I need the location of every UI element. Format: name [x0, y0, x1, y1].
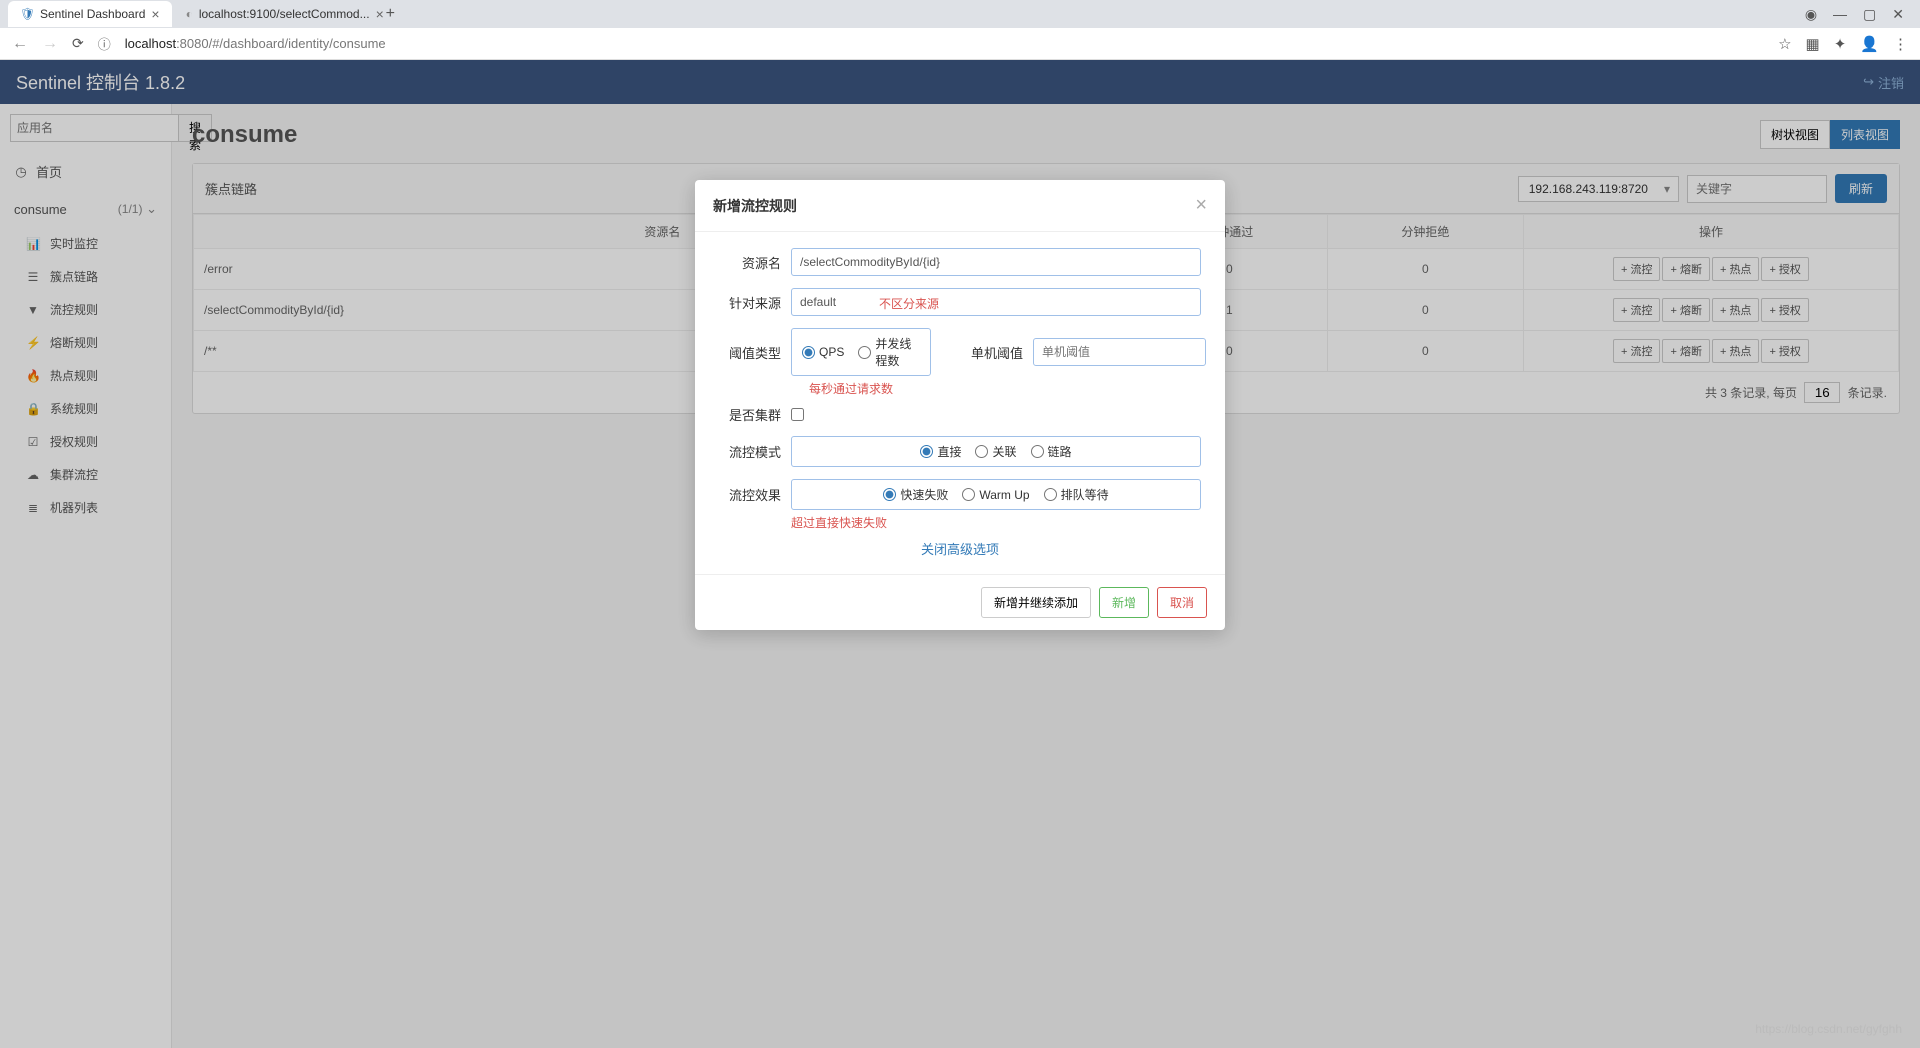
effect-label: 流控效果 [719, 485, 781, 504]
new-tab-button[interactable]: + [376, 5, 405, 23]
url-bar: ← → ⟳ ⓘ localhost:8080/#/dashboard/ident… [0, 28, 1920, 60]
star-icon[interactable]: ☆ [1778, 35, 1791, 53]
tab-favicon: ◐ [186, 7, 193, 21]
maximize-icon[interactable]: ▢ [1863, 6, 1876, 23]
source-input[interactable] [791, 288, 1201, 316]
minimize-icon[interactable]: — [1833, 6, 1847, 23]
radio-concurrent[interactable]: 并发线程数 [858, 335, 920, 369]
url-host: localhost [125, 36, 176, 51]
tab-favicon: 🛡 [20, 7, 34, 21]
source-label: 针对来源 [719, 293, 781, 312]
mode-label: 流控模式 [719, 442, 781, 461]
menu-icon[interactable]: ⋮ [1893, 35, 1908, 53]
profile-icon[interactable]: 👤 [1860, 35, 1879, 53]
close-icon[interactable]: × [151, 6, 159, 22]
threshold-type-group: QPS 并发线程数 [791, 328, 931, 376]
modal-backdrop[interactable]: 新增流控规则 × 资源名 针对来源 不区分来源 阈值类型 QPS 并发线程数 单… [0, 60, 1920, 1048]
reload-icon[interactable]: ⟳ [72, 35, 84, 52]
threshold-type-label: 阈值类型 [719, 343, 781, 362]
radio-warmup[interactable]: Warm Up [962, 488, 1029, 502]
forward-icon[interactable]: → [42, 35, 58, 53]
threshold-input[interactable] [1033, 338, 1206, 366]
url-path: :8080/#/dashboard/identity/consume [176, 36, 386, 51]
add-continue-button[interactable]: 新增并继续添加 [981, 587, 1091, 618]
source-annotation: 不区分来源 [879, 295, 939, 312]
resource-label: 资源名 [719, 253, 781, 272]
browser-tab-0[interactable]: 🛡 Sentinel Dashboard × [8, 1, 172, 27]
radio-queue[interactable]: 排队等待 [1044, 486, 1109, 503]
close-icon[interactable]: × [1195, 194, 1207, 217]
effect-annotation: 超过直接快速失败 [791, 514, 1201, 531]
cancel-button[interactable]: 取消 [1157, 587, 1207, 618]
cluster-checkbox[interactable] [791, 408, 804, 421]
close-window-icon[interactable]: ✕ [1892, 6, 1904, 23]
sync-icon[interactable]: ◉ [1805, 6, 1817, 23]
extension-icon[interactable]: ▦ [1806, 35, 1820, 53]
modal-title: 新增流控规则 [713, 196, 797, 216]
browser-tab-bar: 🛡 Sentinel Dashboard × ◐ localhost:9100/… [0, 0, 1920, 28]
advanced-toggle[interactable]: 关闭高级选项 [719, 539, 1201, 558]
window-controls: ◉ — ▢ ✕ [1805, 6, 1912, 23]
cluster-label: 是否集群 [719, 405, 781, 424]
radio-qps[interactable]: QPS [802, 345, 844, 359]
url-input[interactable]: localhost:8080/#/dashboard/identity/cons… [125, 36, 1764, 51]
threshold-label: 单机阈值 [971, 343, 1023, 362]
tab-title: localhost:9100/selectCommod... [199, 7, 370, 21]
radio-direct[interactable]: 直接 [920, 443, 961, 460]
add-button[interactable]: 新增 [1099, 587, 1149, 618]
threshold-annotation: 每秒通过请求数 [809, 380, 1201, 397]
radio-chain[interactable]: 链路 [1031, 443, 1072, 460]
back-icon[interactable]: ← [12, 35, 28, 53]
watermark: https://blog.csdn.net/gyfghh [1755, 1022, 1902, 1036]
resource-input[interactable] [791, 248, 1201, 276]
site-info-icon[interactable]: ⓘ [98, 34, 111, 53]
tab-title: Sentinel Dashboard [40, 7, 145, 21]
browser-tab-1[interactable]: ◐ localhost:9100/selectCommod... × [174, 1, 374, 27]
flow-rule-modal: 新增流控规则 × 资源名 针对来源 不区分来源 阈值类型 QPS 并发线程数 单… [695, 180, 1225, 630]
radio-relate[interactable]: 关联 [975, 443, 1016, 460]
mode-group: 直接 关联 链路 [791, 436, 1201, 467]
effect-group: 快速失败 Warm Up 排队等待 [791, 479, 1201, 510]
radio-fastfail[interactable]: 快速失败 [883, 486, 948, 503]
puzzle-icon[interactable]: ✦ [1834, 35, 1847, 53]
